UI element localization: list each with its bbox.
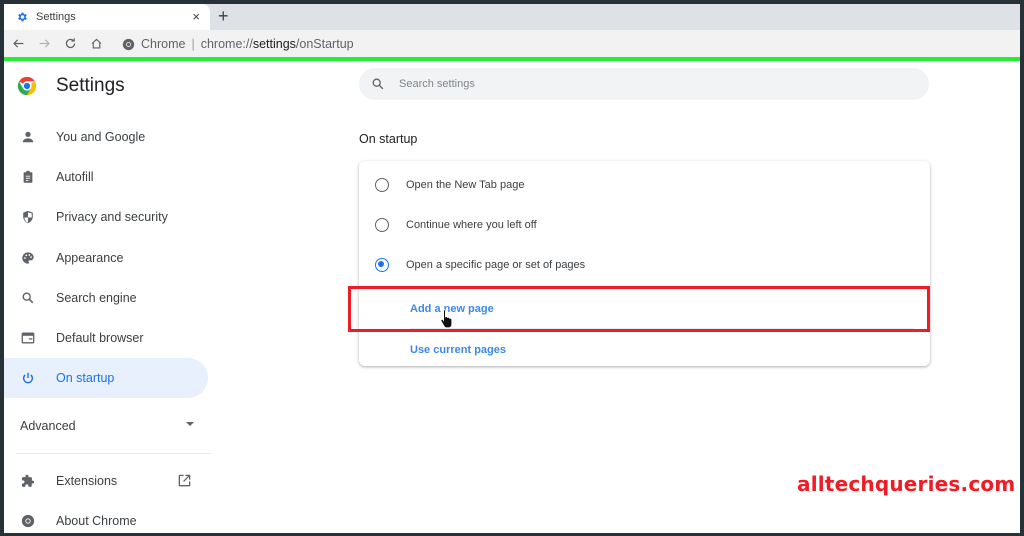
external-link-icon — [177, 473, 192, 488]
sidebar-item-appearance[interactable]: Appearance — [4, 238, 208, 278]
radio-button[interactable] — [375, 178, 389, 192]
startup-options-card: Open the New Tab page Continue where you… — [359, 161, 930, 366]
sidebar-item-label: You and Google — [56, 130, 146, 144]
option-new-tab-page[interactable]: Open the New Tab page — [359, 165, 930, 205]
option-label: Open a specific page or set of pages — [406, 259, 586, 271]
radio-button[interactable] — [375, 218, 389, 232]
back-button[interactable] — [8, 34, 28, 54]
close-tab-icon[interactable]: × — [192, 9, 200, 25]
chrome-site-icon — [122, 38, 135, 51]
puzzle-icon — [20, 473, 36, 489]
palette-icon — [20, 250, 36, 266]
hand-cursor-icon — [440, 309, 453, 329]
sidebar-item-label: Autofill — [56, 170, 94, 184]
sidebar-item-search-engine[interactable]: Search engine — [4, 278, 208, 318]
settings-header: Settings — [16, 75, 125, 97]
sidebar-item-label: Privacy and security — [56, 210, 168, 224]
caret-down-icon — [186, 422, 194, 426]
sidebar-item-label: Appearance — [56, 251, 124, 265]
sidebar-item-label: Default browser — [56, 331, 144, 345]
tab-strip: Settings × + — [4, 4, 1020, 30]
home-button[interactable] — [86, 34, 106, 54]
use-current-pages-link[interactable]: Use current pages — [410, 344, 506, 356]
sidebar-item-on-startup[interactable]: On startup — [4, 358, 208, 398]
sidebar-item-label: Search engine — [56, 291, 137, 305]
advanced-label: Advanced — [20, 419, 76, 433]
browser-window-icon — [20, 330, 36, 346]
clipboard-icon — [20, 169, 36, 185]
search-icon — [371, 77, 385, 91]
sidebar-divider — [16, 453, 212, 454]
url-path: /onStartup — [295, 37, 354, 51]
sidebar-item-label: On startup — [56, 371, 115, 385]
highlight-box — [348, 286, 930, 332]
arrow-right-icon — [39, 39, 50, 48]
chrome-logo-icon — [16, 75, 38, 97]
use-current-row: Use current pages — [359, 330, 930, 370]
tab-settings[interactable]: Settings × — [4, 4, 210, 30]
search-icon — [20, 290, 36, 306]
sidebar: Settings You and Google Autofill Privacy… — [4, 61, 218, 533]
chrome-icon — [20, 513, 36, 529]
tab-title: Settings — [36, 11, 76, 23]
search-input[interactable] — [399, 78, 879, 90]
search-settings-field[interactable] — [359, 68, 929, 100]
sidebar-item-about-chrome[interactable]: About Chrome — [4, 501, 208, 533]
person-icon — [20, 129, 36, 145]
gear-icon — [16, 11, 28, 23]
arrow-left-icon — [12, 39, 23, 48]
option-continue-where-left-off[interactable]: Continue where you left off — [359, 205, 930, 245]
watermark-text: alltechqueries.com — [797, 472, 1016, 496]
forward-button[interactable] — [34, 34, 54, 54]
option-label: Continue where you left off — [406, 219, 537, 231]
address-bar[interactable]: Chrome | chrome://settings/onStartup — [122, 33, 1014, 55]
url-text: chrome://settings/onStartup — [201, 37, 354, 51]
url-prefix: chrome:// — [200, 37, 253, 51]
sidebar-item-autofill[interactable]: Autofill — [4, 157, 208, 197]
option-specific-pages[interactable]: Open a specific page or set of pages — [359, 245, 930, 285]
sidebar-item-extensions[interactable]: Extensions — [4, 461, 208, 501]
toolbar: Chrome | chrome://settings/onStartup — [4, 30, 1020, 57]
home-icon — [91, 38, 101, 49]
reload-icon — [65, 38, 75, 49]
reload-button[interactable] — [60, 34, 80, 54]
option-label: Open the New Tab page — [406, 179, 525, 191]
radio-button-selected[interactable] — [375, 258, 389, 272]
url-host: settings — [252, 37, 296, 51]
sidebar-item-you-and-google[interactable]: You and Google — [4, 117, 208, 157]
sidebar-item-default-browser[interactable]: Default browser — [4, 318, 208, 358]
sidebar-item-privacy-and-security[interactable]: Privacy and security — [4, 197, 208, 237]
sidebar-item-label: Extensions — [56, 474, 118, 488]
settings-title: Settings — [56, 75, 125, 96]
browser-window: Settings × + Chrome | chrome://settings/… — [4, 4, 1020, 533]
advanced-toggle[interactable]: Advanced — [4, 406, 208, 446]
section-title: On startup — [359, 132, 418, 146]
power-icon — [20, 370, 36, 386]
omnibox-separator: | — [191, 37, 195, 51]
new-tab-button[interactable]: + — [218, 6, 229, 26]
shield-icon — [20, 209, 36, 225]
site-label: Chrome — [141, 37, 186, 51]
sidebar-item-label: About Chrome — [56, 514, 137, 528]
